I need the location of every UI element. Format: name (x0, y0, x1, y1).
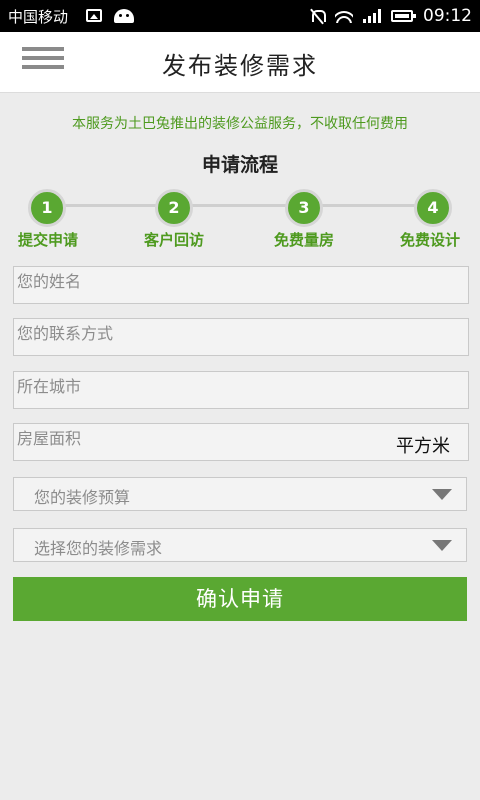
step-1-label: 提交申请 (17, 231, 78, 249)
status-bar: 中国移动 09:12 (0, 0, 480, 32)
city-input[interactable] (14, 372, 472, 410)
contact-field[interactable]: 您的联系方式 (13, 318, 472, 357)
flow-title: 申请流程 (201, 154, 278, 176)
steps-connector (46, 204, 434, 207)
dropdown-arrow-icon (432, 540, 452, 551)
title-bar: 发布装修需求 (0, 32, 480, 93)
area-unit: 平方米 (396, 436, 450, 457)
submit-button[interactable]: 确认申请 (13, 577, 467, 621)
budget-select[interactable]: 您的装修预算 (13, 477, 467, 511)
status-icons: 09:12 (309, 5, 472, 27)
carrier-name: 中国移动 (8, 8, 69, 26)
step-3-label: 免费量房 (273, 231, 334, 249)
demand-placeholder: 选择您的装修需求 (34, 539, 163, 558)
step-2-label: 客户回访 (143, 231, 204, 249)
name-field[interactable]: 您的姓名 (13, 266, 472, 305)
city-field[interactable]: 所在城市 (13, 371, 472, 410)
battery-icon (391, 10, 416, 22)
name-input[interactable] (14, 267, 472, 305)
dropdown-arrow-icon (432, 489, 452, 500)
android-notification-icon (114, 9, 134, 23)
step-2-badge: 2 (155, 189, 193, 227)
service-notice: 本服务为土巴兔推出的装修公益服务，不收取任何费用 (72, 116, 408, 132)
area-field[interactable]: 房屋面积 平方米 (13, 423, 472, 462)
demand-select[interactable]: 选择您的装修需求 (13, 528, 467, 562)
mute-icon (309, 8, 326, 24)
budget-placeholder: 您的装修预算 (34, 488, 131, 507)
wifi-icon (335, 9, 353, 23)
step-3-badge: 3 (285, 189, 323, 227)
page-title: 发布装修需求 (162, 52, 318, 80)
step-1-badge: 1 (28, 189, 66, 227)
contact-input[interactable] (14, 319, 472, 357)
step-4-badge: 4 (414, 189, 452, 227)
clock: 09:12 (423, 6, 472, 26)
image-notification-icon (86, 9, 102, 22)
signal-icon (363, 9, 381, 23)
step-4-label: 免费设计 (399, 231, 460, 249)
